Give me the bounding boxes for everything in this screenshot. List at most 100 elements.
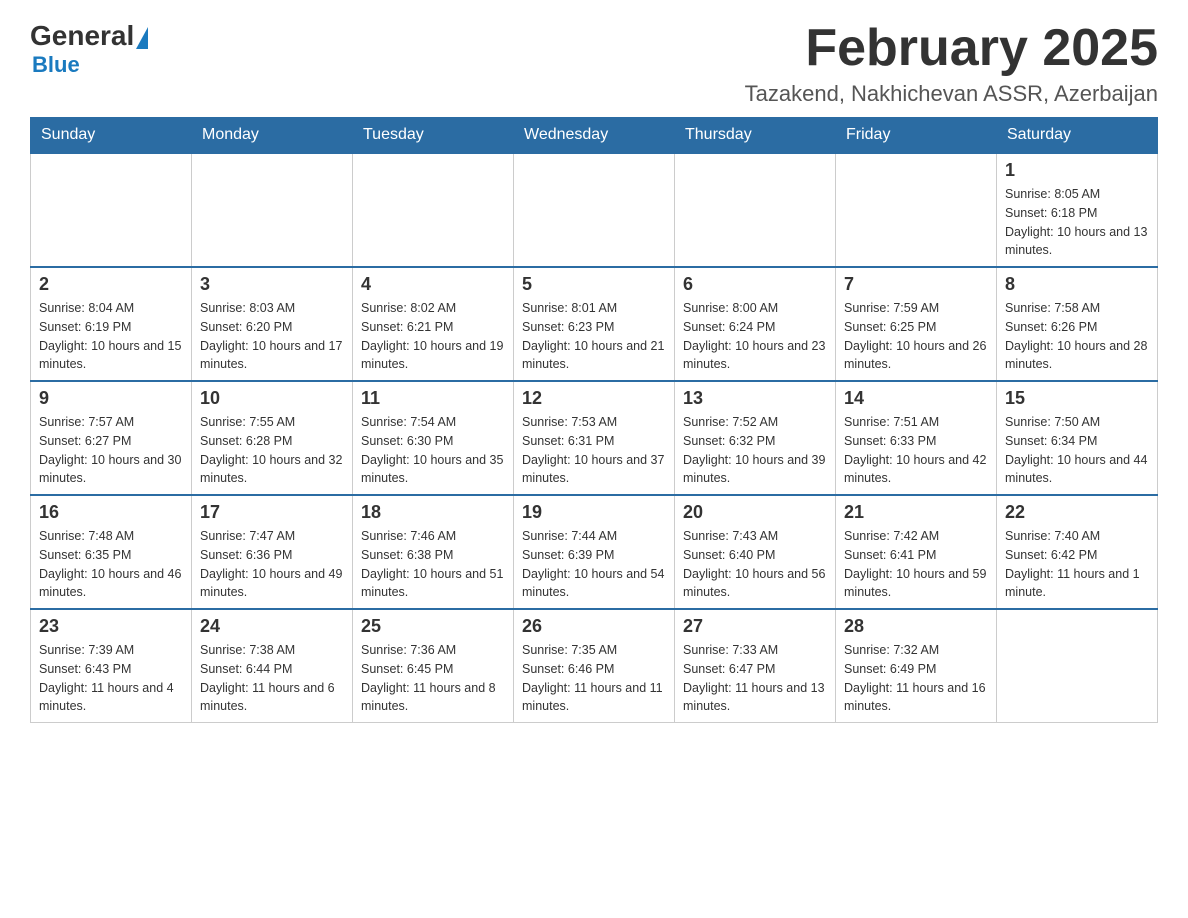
calendar-body: 1 Sunrise: 8:05 AM Sunset: 6:18 PM Daylig…	[31, 153, 1158, 723]
day-info: Sunrise: 7:52 AM Sunset: 6:32 PM Dayligh…	[683, 413, 827, 488]
logo-general-text: General	[30, 20, 134, 52]
calendar-table: SundayMondayTuesdayWednesdayThursdayFrid…	[30, 117, 1158, 723]
day-info: Sunrise: 8:05 AM Sunset: 6:18 PM Dayligh…	[1005, 185, 1149, 260]
day-info: Sunrise: 7:53 AM Sunset: 6:31 PM Dayligh…	[522, 413, 666, 488]
day-number: 26	[522, 616, 666, 637]
day-info: Sunrise: 7:55 AM Sunset: 6:28 PM Dayligh…	[200, 413, 344, 488]
day-cell: 9 Sunrise: 7:57 AM Sunset: 6:27 PM Daylig…	[31, 381, 192, 495]
day-cell	[675, 153, 836, 267]
day-header-row: SundayMondayTuesdayWednesdayThursdayFrid…	[31, 118, 1158, 154]
week-row-5: 23 Sunrise: 7:39 AM Sunset: 6:43 PM Dayli…	[31, 609, 1158, 723]
day-info: Sunrise: 7:44 AM Sunset: 6:39 PM Dayligh…	[522, 527, 666, 602]
day-number: 5	[522, 274, 666, 295]
day-cell: 18 Sunrise: 7:46 AM Sunset: 6:38 PM Dayli…	[353, 495, 514, 609]
day-info: Sunrise: 7:40 AM Sunset: 6:42 PM Dayligh…	[1005, 527, 1149, 602]
day-info: Sunrise: 8:01 AM Sunset: 6:23 PM Dayligh…	[522, 299, 666, 374]
week-row-1: 1 Sunrise: 8:05 AM Sunset: 6:18 PM Daylig…	[31, 153, 1158, 267]
day-cell: 20Sunrise: 7:43 AM Sunset: 6:40 PM Dayli…	[675, 495, 836, 609]
day-cell: 5 Sunrise: 8:01 AM Sunset: 6:23 PM Daylig…	[514, 267, 675, 381]
day-cell: 11 Sunrise: 7:54 AM Sunset: 6:30 PM Dayli…	[353, 381, 514, 495]
day-info: Sunrise: 7:51 AM Sunset: 6:33 PM Dayligh…	[844, 413, 988, 488]
day-number: 25	[361, 616, 505, 637]
day-cell: 13 Sunrise: 7:52 AM Sunset: 6:32 PM Dayli…	[675, 381, 836, 495]
day-info: Sunrise: 7:36 AM Sunset: 6:45 PM Dayligh…	[361, 641, 505, 716]
day-info: Sunrise: 7:42 AM Sunset: 6:41 PM Dayligh…	[844, 527, 988, 602]
day-number: 28	[844, 616, 988, 637]
day-cell	[353, 153, 514, 267]
day-number: 10	[200, 388, 344, 409]
day-number: 21	[844, 502, 988, 523]
day-info: Sunrise: 7:32 AM Sunset: 6:49 PM Dayligh…	[844, 641, 988, 716]
day-info: Sunrise: 7:58 AM Sunset: 6:26 PM Dayligh…	[1005, 299, 1149, 374]
week-row-3: 9 Sunrise: 7:57 AM Sunset: 6:27 PM Daylig…	[31, 381, 1158, 495]
day-cell: 23 Sunrise: 7:39 AM Sunset: 6:43 PM Dayli…	[31, 609, 192, 723]
day-header-sunday: Sunday	[31, 118, 192, 154]
day-cell: 28 Sunrise: 7:32 AM Sunset: 6:49 PM Dayli…	[836, 609, 997, 723]
day-number: 11	[361, 388, 505, 409]
day-info: Sunrise: 7:57 AM Sunset: 6:27 PM Dayligh…	[39, 413, 183, 488]
day-info: Sunrise: 7:50 AM Sunset: 6:34 PM Dayligh…	[1005, 413, 1149, 488]
day-info: Sunrise: 7:46 AM Sunset: 6:38 PM Dayligh…	[361, 527, 505, 602]
day-info: Sunrise: 7:59 AM Sunset: 6:25 PM Dayligh…	[844, 299, 988, 374]
day-info: Sunrise: 7:38 AM Sunset: 6:44 PM Dayligh…	[200, 641, 344, 716]
day-number: 19	[522, 502, 666, 523]
day-number: 9	[39, 388, 183, 409]
day-cell: 14 Sunrise: 7:51 AM Sunset: 6:33 PM Dayli…	[836, 381, 997, 495]
day-cell: 16Sunrise: 7:48 AM Sunset: 6:35 PM Dayli…	[31, 495, 192, 609]
day-number: 1	[1005, 160, 1149, 181]
day-cell: 22 Sunrise: 7:40 AM Sunset: 6:42 PM Dayli…	[997, 495, 1158, 609]
day-cell	[836, 153, 997, 267]
location-title: Tazakend, Nakhichevan ASSR, Azerbaijan	[745, 81, 1158, 107]
day-number: 3	[200, 274, 344, 295]
day-number: 27	[683, 616, 827, 637]
day-number: 7	[844, 274, 988, 295]
day-cell	[514, 153, 675, 267]
page-header: General Blue February 2025 Tazakend, Nak…	[30, 20, 1158, 107]
day-cell	[997, 609, 1158, 723]
week-row-4: 16Sunrise: 7:48 AM Sunset: 6:35 PM Dayli…	[31, 495, 1158, 609]
day-cell: 8 Sunrise: 7:58 AM Sunset: 6:26 PM Daylig…	[997, 267, 1158, 381]
day-cell: 27 Sunrise: 7:33 AM Sunset: 6:47 PM Dayli…	[675, 609, 836, 723]
day-number: 4	[361, 274, 505, 295]
day-info: Sunrise: 7:33 AM Sunset: 6:47 PM Dayligh…	[683, 641, 827, 716]
day-cell: 10 Sunrise: 7:55 AM Sunset: 6:28 PM Dayli…	[192, 381, 353, 495]
day-cell: 4 Sunrise: 8:02 AM Sunset: 6:21 PM Daylig…	[353, 267, 514, 381]
day-info: Sunrise: 8:02 AM Sunset: 6:21 PM Dayligh…	[361, 299, 505, 374]
day-number: 14	[844, 388, 988, 409]
day-number: 17	[200, 502, 344, 523]
day-number: 23	[39, 616, 183, 637]
day-info: Sunrise: 8:00 AM Sunset: 6:24 PM Dayligh…	[683, 299, 827, 374]
day-info: Sunrise: 7:47 AM Sunset: 6:36 PM Dayligh…	[200, 527, 344, 602]
day-cell	[192, 153, 353, 267]
day-header-friday: Friday	[836, 118, 997, 154]
day-info: Sunrise: 7:43 AM Sunset: 6:40 PM Dayligh…	[683, 527, 827, 602]
day-number: 12	[522, 388, 666, 409]
day-number: 13	[683, 388, 827, 409]
day-number: 18	[361, 502, 505, 523]
logo: General Blue	[30, 20, 148, 78]
day-number: 2	[39, 274, 183, 295]
day-cell: 3 Sunrise: 8:03 AM Sunset: 6:20 PM Daylig…	[192, 267, 353, 381]
day-cell: 19 Sunrise: 7:44 AM Sunset: 6:39 PM Dayli…	[514, 495, 675, 609]
day-cell: 12 Sunrise: 7:53 AM Sunset: 6:31 PM Dayli…	[514, 381, 675, 495]
day-cell: 6Sunrise: 8:00 AM Sunset: 6:24 PM Daylig…	[675, 267, 836, 381]
day-number: 22	[1005, 502, 1149, 523]
day-info: Sunrise: 7:54 AM Sunset: 6:30 PM Dayligh…	[361, 413, 505, 488]
day-header-saturday: Saturday	[997, 118, 1158, 154]
logo-triangle-icon	[136, 27, 148, 49]
day-info: Sunrise: 7:39 AM Sunset: 6:43 PM Dayligh…	[39, 641, 183, 716]
day-cell: 21 Sunrise: 7:42 AM Sunset: 6:41 PM Dayli…	[836, 495, 997, 609]
day-info: Sunrise: 8:04 AM Sunset: 6:19 PM Dayligh…	[39, 299, 183, 374]
day-cell: 25 Sunrise: 7:36 AM Sunset: 6:45 PM Dayli…	[353, 609, 514, 723]
day-header-monday: Monday	[192, 118, 353, 154]
calendar-header: SundayMondayTuesdayWednesdayThursdayFrid…	[31, 118, 1158, 154]
day-number: 8	[1005, 274, 1149, 295]
month-title: February 2025	[745, 20, 1158, 77]
day-number: 15	[1005, 388, 1149, 409]
day-header-wednesday: Wednesday	[514, 118, 675, 154]
logo-blue-text: Blue	[32, 52, 80, 78]
week-row-2: 2 Sunrise: 8:04 AM Sunset: 6:19 PM Daylig…	[31, 267, 1158, 381]
day-cell: 15 Sunrise: 7:50 AM Sunset: 6:34 PM Dayli…	[997, 381, 1158, 495]
day-info: Sunrise: 8:03 AM Sunset: 6:20 PM Dayligh…	[200, 299, 344, 374]
day-cell: 24Sunrise: 7:38 AM Sunset: 6:44 PM Dayli…	[192, 609, 353, 723]
